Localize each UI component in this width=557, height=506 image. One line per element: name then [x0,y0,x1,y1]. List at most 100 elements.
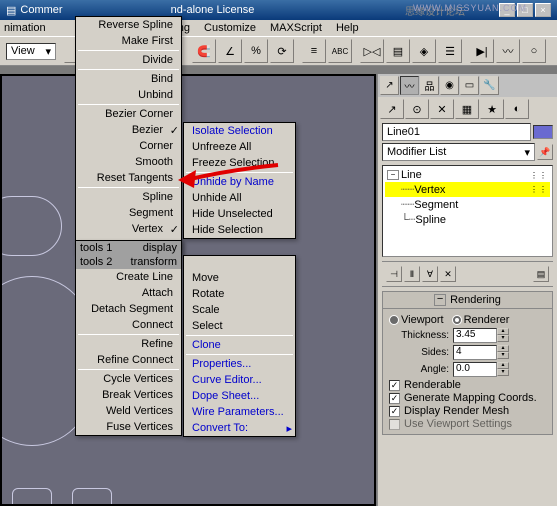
toolbar-curve-icon[interactable]: 〰 [496,39,520,63]
ctx-corner[interactable]: Corner [76,138,181,154]
ctx-convert-to[interactable]: Convert To: [184,420,295,436]
subtab-icon[interactable]: ↗ [380,99,404,119]
view-dropdown[interactable]: View ▾ [6,43,56,60]
ctx-cycle-vertices[interactable]: Cycle Vertices [76,371,181,387]
ctx-select[interactable]: Select [184,318,295,334]
object-name-field[interactable]: Line01 [382,123,531,141]
subtab-icon[interactable]: ✕ [430,99,454,119]
ctx-dope-sheet[interactable]: Dope Sheet... [184,388,295,404]
tab-utilities-icon[interactable]: 🔧 [480,76,499,95]
ctx-reverse-spline[interactable]: Reverse Spline [76,17,181,33]
stack-item-segment[interactable]: ┈┈ Segment [385,197,550,212]
ctx-refine[interactable]: Refine [76,336,181,352]
ctx-curve-editor[interactable]: Curve Editor... [184,372,295,388]
ctx-bezier-corner[interactable]: Bezier Corner [76,106,181,122]
ctx-fuse-vertices[interactable]: Fuse Vertices [76,419,181,435]
close-button[interactable]: × [535,3,551,17]
remove-icon[interactable]: ✕ [440,266,456,282]
toolbar-magnet-icon[interactable]: 🧲 [192,39,216,63]
object-color-swatch[interactable] [533,125,553,139]
ctx-hide-selection[interactable]: Hide Selection [184,222,295,238]
tab-create-icon[interactable]: ↗ [380,76,399,95]
ctx-unfreeze-all[interactable]: Unfreeze All [184,139,295,155]
ctx-create-line[interactable]: Create Line [76,269,181,285]
ctx-reset-tangents[interactable]: Reset Tangents [76,170,181,186]
toolbar-abc-icon[interactable]: ABC [328,39,352,63]
pin-stack-button[interactable]: 📌 [537,144,553,160]
ctx-isolate[interactable]: Isolate Selection [184,123,295,139]
modifier-stack[interactable]: − Line ⋮⋮ ┈┈ Vertex ⋮⋮ ┈┈ Segment └┈ Spl… [382,165,553,257]
modifier-list-dropdown[interactable]: Modifier List ▾ [382,143,535,161]
ctx-weld-vertices[interactable]: Weld Vertices [76,403,181,419]
ctx-unhide-by-name[interactable]: Unhide by Name [184,174,295,190]
stack-dots-icon: ⋮⋮ [530,185,548,194]
ctx-refine-connect[interactable]: Refine Connect [76,352,181,368]
ctx-unhide-all[interactable]: Unhide All [184,190,295,206]
sides-input[interactable]: 4 [453,345,497,360]
ctx-attach[interactable]: Attach [76,285,181,301]
angle-spinner[interactable]: ▴▾ [497,362,509,377]
expand-icon[interactable]: − [387,170,399,180]
ctx-wire-parameters[interactable]: Wire Parameters... [184,404,295,420]
show-end-icon[interactable]: Ⅱ [404,266,420,282]
menu-help[interactable]: Help [336,22,359,34]
tab-display-icon[interactable]: ▭ [460,76,479,95]
unique-icon[interactable]: ∀ [422,266,438,282]
tab-motion-icon[interactable]: ◉ [440,76,459,95]
ctx-hide-unselected[interactable]: Hide Unselected [184,206,295,222]
toolbar-snap-icon[interactable]: ◈ [412,39,436,63]
ctx-break-vertices[interactable]: Break Vertices [76,387,181,403]
configure-icon[interactable]: ▤ [533,266,549,282]
toolbar-render-icon[interactable]: ○ [522,39,546,63]
toolbar-mirror-icon[interactable]: ▷◁ [360,39,384,63]
ctx-move[interactable]: Move [184,270,295,286]
radio-renderer[interactable] [452,315,462,325]
toolbar-align-icon[interactable]: ▤ [386,39,410,63]
subtab-icon[interactable]: ⊙ [405,99,429,119]
ctx-freeze-selection[interactable]: Freeze Selection [184,155,295,171]
ctx-bezier[interactable]: Bezier [76,122,181,138]
toolbar-layers-icon[interactable]: ☰ [438,39,462,63]
ctx-properties[interactable]: Properties... [184,356,295,372]
ctx-clone[interactable]: Clone [184,337,295,353]
angle-input[interactable]: 0.0 [453,362,497,377]
toolbar-list-icon[interactable]: ≡ [302,39,326,63]
ctx-segment[interactable]: Segment [76,205,181,221]
subtab-icon[interactable]: ◐ [505,99,529,119]
ctx-smooth[interactable]: Smooth [76,154,181,170]
tab-modify-icon[interactable]: 〰 [400,76,419,95]
toolbar-percent-icon[interactable]: % [244,39,268,63]
ctx-vertex[interactable]: Vertex [76,221,181,237]
chk-gen-mapping[interactable]: ✓ [389,393,400,404]
thickness-input[interactable]: 3.45 [453,328,497,343]
tab-hierarchy-icon[interactable]: 品 [420,76,439,95]
radio-viewport[interactable] [389,315,399,325]
toolbar-angle-icon[interactable]: ∠ [218,39,242,63]
ctx-spline[interactable]: Spline [76,189,181,205]
ctx-unbind[interactable]: Unbind [76,87,181,103]
menu-animation[interactable]: nimation [4,22,46,34]
ctx-bind[interactable]: Bind [76,71,181,87]
chk-renderable[interactable]: ✓ [389,380,400,391]
chk-use-viewport[interactable] [389,419,400,430]
subtab-icon[interactable]: ▦ [455,99,479,119]
sides-spinner[interactable]: ▴▾ [497,345,509,360]
chk-display-mesh[interactable]: ✓ [389,406,400,417]
stack-item-line[interactable]: − Line ⋮⋮ [385,168,550,182]
subtab-icon[interactable]: ★ [480,99,504,119]
ctx-divide[interactable]: Divide [76,52,181,68]
ctx-scale[interactable]: Scale [184,302,295,318]
stack-item-spline[interactable]: └┈ Spline [385,212,550,227]
pin-icon[interactable]: ⊣ [386,266,402,282]
stack-item-vertex[interactable]: ┈┈ Vertex ⋮⋮ [385,182,550,197]
rollout-title[interactable]: Rendering [383,292,552,309]
toolbar-skip-icon[interactable]: ▶| [470,39,494,63]
ctx-detach-segment[interactable]: Detach Segment [76,301,181,317]
menu-maxscript[interactable]: MAXScript [270,22,322,34]
ctx-make-first[interactable]: Make First [76,33,181,49]
ctx-connect[interactable]: Connect [76,317,181,333]
thickness-spinner[interactable]: ▴▾ [497,328,509,343]
menu-customize[interactable]: Customize [204,22,256,34]
toolbar-spinner-icon[interactable]: ⟳ [270,39,294,63]
ctx-rotate[interactable]: Rotate [184,286,295,302]
